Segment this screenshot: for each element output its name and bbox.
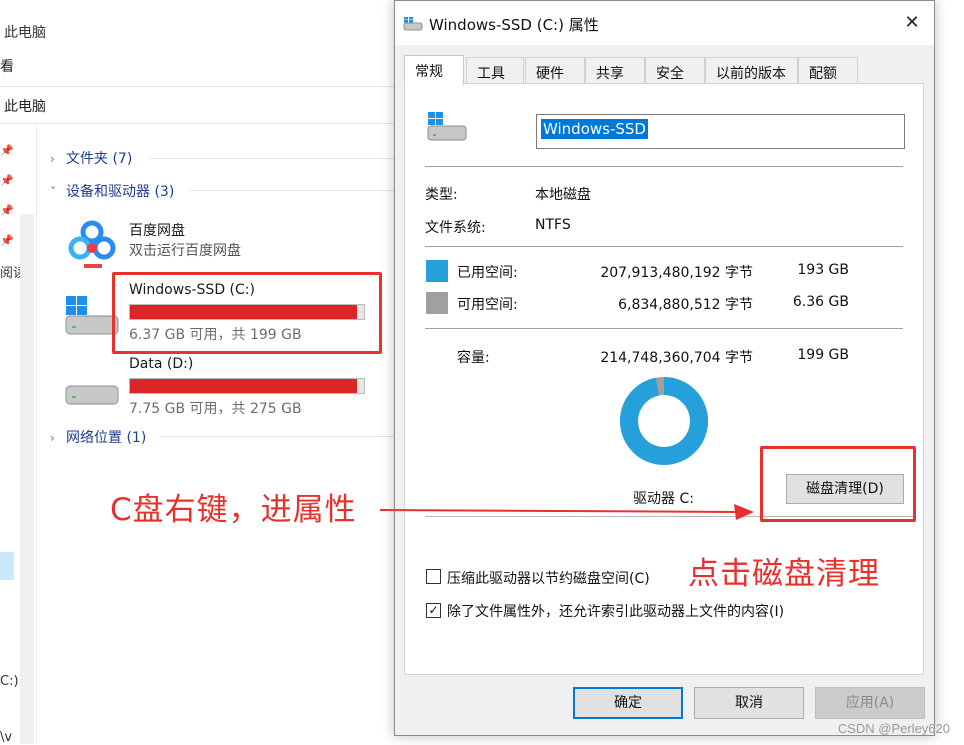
group-label: 网络位置 <box>66 430 122 446</box>
highlight-drive-c <box>112 272 382 354</box>
pin-icon: 📌 <box>0 234 12 248</box>
annotation-arrow <box>378 500 756 524</box>
group-devices[interactable]: ˅设备和驱动器 (3) <box>50 181 174 201</box>
used-space-label: 已用空间: <box>457 262 518 282</box>
group-network[interactable]: ›网络位置 (1) <box>50 427 146 447</box>
chevron-down-icon: ˅ <box>50 185 66 199</box>
group-divider <box>190 190 394 191</box>
explorer-ribbon: 看 <box>0 52 394 78</box>
tab-sharing[interactable]: 共享 <box>585 57 645 85</box>
index-label[interactable]: 除了文件属性外，还允许索引此驱动器上文件的内容(I) <box>447 601 784 621</box>
tab-previous-versions[interactable]: 以前的版本 <box>705 57 798 85</box>
group-count: (7) <box>112 151 132 167</box>
windows-drive-icon <box>403 17 423 31</box>
divider <box>425 246 903 247</box>
group-count: (3) <box>154 184 174 200</box>
divider <box>425 166 903 167</box>
address-bar[interactable]: 此电脑 <box>0 86 394 124</box>
pane-divider[interactable] <box>36 126 37 744</box>
drive-item-d[interactable]: Data (D:) 7.75 GB 可用，共 275 GB <box>60 356 380 422</box>
cancel-button[interactable]: 取消 <box>694 687 804 719</box>
group-divider <box>150 158 394 159</box>
group-divider <box>160 436 394 437</box>
close-icon[interactable]: ✕ <box>900 11 924 35</box>
type-label: 类型: <box>425 184 458 204</box>
free-space-size: 6.36 GB <box>793 294 849 310</box>
usage-donut-chart <box>617 374 711 468</box>
chevron-right-icon: › <box>50 152 66 166</box>
nav-item-selected[interactable] <box>0 552 14 580</box>
ribbon-tab-view[interactable]: 看 <box>0 56 14 76</box>
drive-usage-bar <box>129 378 365 394</box>
dialog-title: Windows-SSD (C:) 属性 <box>429 14 599 35</box>
divider <box>425 328 903 329</box>
baidu-netdisk-icon <box>64 218 120 272</box>
type-value: 本地磁盘 <box>535 184 591 204</box>
capacity-label: 容量: <box>457 347 490 367</box>
drive-name: Data (D:) <box>129 356 193 372</box>
group-label: 文件夹 <box>66 151 108 167</box>
filesystem-label: 文件系统: <box>425 217 486 237</box>
donut-used-slice <box>629 386 699 456</box>
address-bar-text: 此电脑 <box>4 96 46 116</box>
group-folders[interactable]: ›文件夹 (7) <box>50 148 132 168</box>
group-count: (1) <box>126 430 146 446</box>
free-space-swatch <box>426 292 448 314</box>
capacity-size: 199 GB <box>797 347 849 363</box>
pin-icon: 📌 <box>0 174 12 188</box>
app-name: 百度网盘 <box>129 220 185 240</box>
tab-hardware[interactable]: 硬件 <box>525 57 585 85</box>
compress-checkbox[interactable] <box>426 569 441 584</box>
navigation-pane: 📌 📌 📌 📌 阅读 C:) \v <box>0 126 36 744</box>
explorer-titlebar: 此电脑 <box>0 14 394 48</box>
pin-icon: 📌 <box>0 144 12 158</box>
drive-free-space: 7.75 GB 可用，共 275 GB <box>129 398 302 418</box>
tab-general[interactable]: 常规 <box>404 55 464 85</box>
ok-button[interactable]: 确定 <box>573 687 683 719</box>
drive-usage-fill <box>130 379 357 393</box>
drive-name-value: Windows-SSD <box>541 119 648 139</box>
annotation-right-click: C盘右键，进属性 <box>110 484 357 529</box>
nav-scrollbar[interactable] <box>20 214 34 744</box>
used-space-swatch <box>426 260 448 282</box>
tab-quota[interactable]: 配额 <box>798 57 858 85</box>
drive-name-field[interactable]: Windows-SSD <box>536 114 905 149</box>
filesystem-value: NTFS <box>535 217 571 233</box>
compress-label[interactable]: 压缩此驱动器以节约磁盘空间(C) <box>447 568 650 588</box>
highlight-cleanup-button <box>760 446 916 522</box>
used-space-size: 193 GB <box>797 262 849 278</box>
group-label: 设备和驱动器 <box>66 184 150 200</box>
drive-icon <box>64 380 122 408</box>
watermark: CSDN @Perley620 <box>838 721 950 736</box>
app-subtitle: 双击运行百度网盘 <box>129 240 241 260</box>
used-space-bytes: 207,913,480,192 字节 <box>600 262 753 282</box>
free-space-label: 可用空间: <box>457 294 518 314</box>
chevron-right-icon: › <box>50 431 66 445</box>
capacity-bytes: 214,748,360,704 字节 <box>600 347 753 367</box>
tab-security[interactable]: 安全 <box>645 57 705 85</box>
tab-tools[interactable]: 工具 <box>466 57 524 85</box>
windows-drive-icon <box>427 112 469 144</box>
free-space-bytes: 6,834,880,512 字节 <box>618 294 753 314</box>
explorer-window-title: 此电脑 <box>4 22 46 42</box>
apply-button[interactable]: 应用(A) <box>815 687 925 719</box>
nav-item-fragment[interactable]: C:) <box>0 674 19 689</box>
nav-item-fragment[interactable]: \v <box>0 730 12 745</box>
drive-properties-dialog: Windows-SSD (C:) 属性 ✕ 常规 工具 硬件 共享 安全 以前的… <box>394 0 935 736</box>
pin-icon: 📌 <box>0 204 12 218</box>
dialog-titlebar[interactable]: Windows-SSD (C:) 属性 ✕ <box>395 1 934 45</box>
index-checkbox[interactable]: ✓ <box>426 603 441 618</box>
annotation-click-cleanup: 点击磁盘清理 <box>688 548 880 593</box>
